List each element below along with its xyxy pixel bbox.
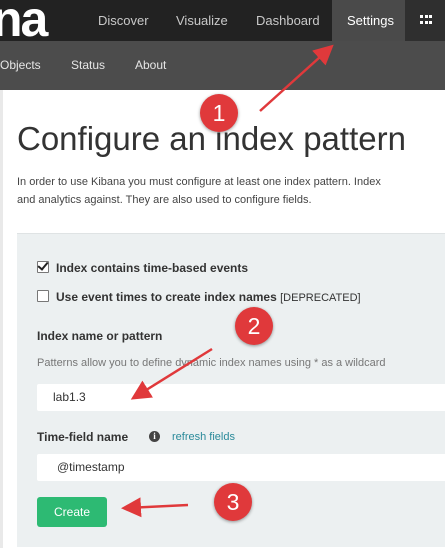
nav-settings[interactable]: Settings xyxy=(332,0,405,41)
top-navbar: na Discover Visualize Dashboard Settings xyxy=(0,0,445,44)
subnav-about[interactable]: About xyxy=(135,41,166,90)
intro-text: In order to use Kibana you must configur… xyxy=(17,173,445,209)
time-based-checkbox[interactable] xyxy=(37,261,49,273)
annotation-marker-1: 1 xyxy=(200,94,238,132)
annotation-marker-2: 2 xyxy=(235,307,273,345)
event-times-checkbox[interactable] xyxy=(37,290,49,302)
subnav-status[interactable]: Status xyxy=(71,41,105,90)
index-name-input[interactable]: lab1.3 xyxy=(37,384,445,411)
nav-dashboard[interactable]: Dashboard xyxy=(241,0,335,41)
time-based-label: Index contains time-based events xyxy=(56,261,249,275)
settings-subnav: Objects Status About xyxy=(0,41,445,90)
index-name-help: Patterns allow you to define dynamic ind… xyxy=(37,357,386,369)
event-times-checkbox-row[interactable]: Use event times to create index names [D… xyxy=(37,289,361,305)
intro-line-1: In order to use Kibana you must configur… xyxy=(17,176,381,188)
refresh-fields-link[interactable]: refresh fields xyxy=(172,431,235,443)
event-times-label: Use event times to create index names xyxy=(56,290,277,304)
intro-line-2: and analytics against. They are also use… xyxy=(17,194,312,206)
nav-visualize[interactable]: Visualize xyxy=(161,0,243,41)
info-icon[interactable]: i xyxy=(149,431,160,442)
apps-grid-button[interactable] xyxy=(405,0,445,41)
nav-discover[interactable]: Discover xyxy=(83,0,164,41)
subnav-objects[interactable]: Objects xyxy=(0,41,41,90)
kibana-logo[interactable]: na xyxy=(0,0,48,44)
grid-icon xyxy=(420,15,432,25)
deprecated-tag: [DEPRECATED] xyxy=(280,292,361,304)
page-left-border xyxy=(0,90,3,548)
index-name-label: Index name or pattern xyxy=(37,329,163,343)
create-button[interactable]: Create xyxy=(37,497,107,527)
time-field-select[interactable]: @timestamp xyxy=(37,454,445,481)
time-based-checkbox-row[interactable]: Index contains time-based events xyxy=(37,260,248,276)
time-field-label: Time-field name xyxy=(37,430,129,444)
annotation-marker-3: 3 xyxy=(214,483,252,521)
